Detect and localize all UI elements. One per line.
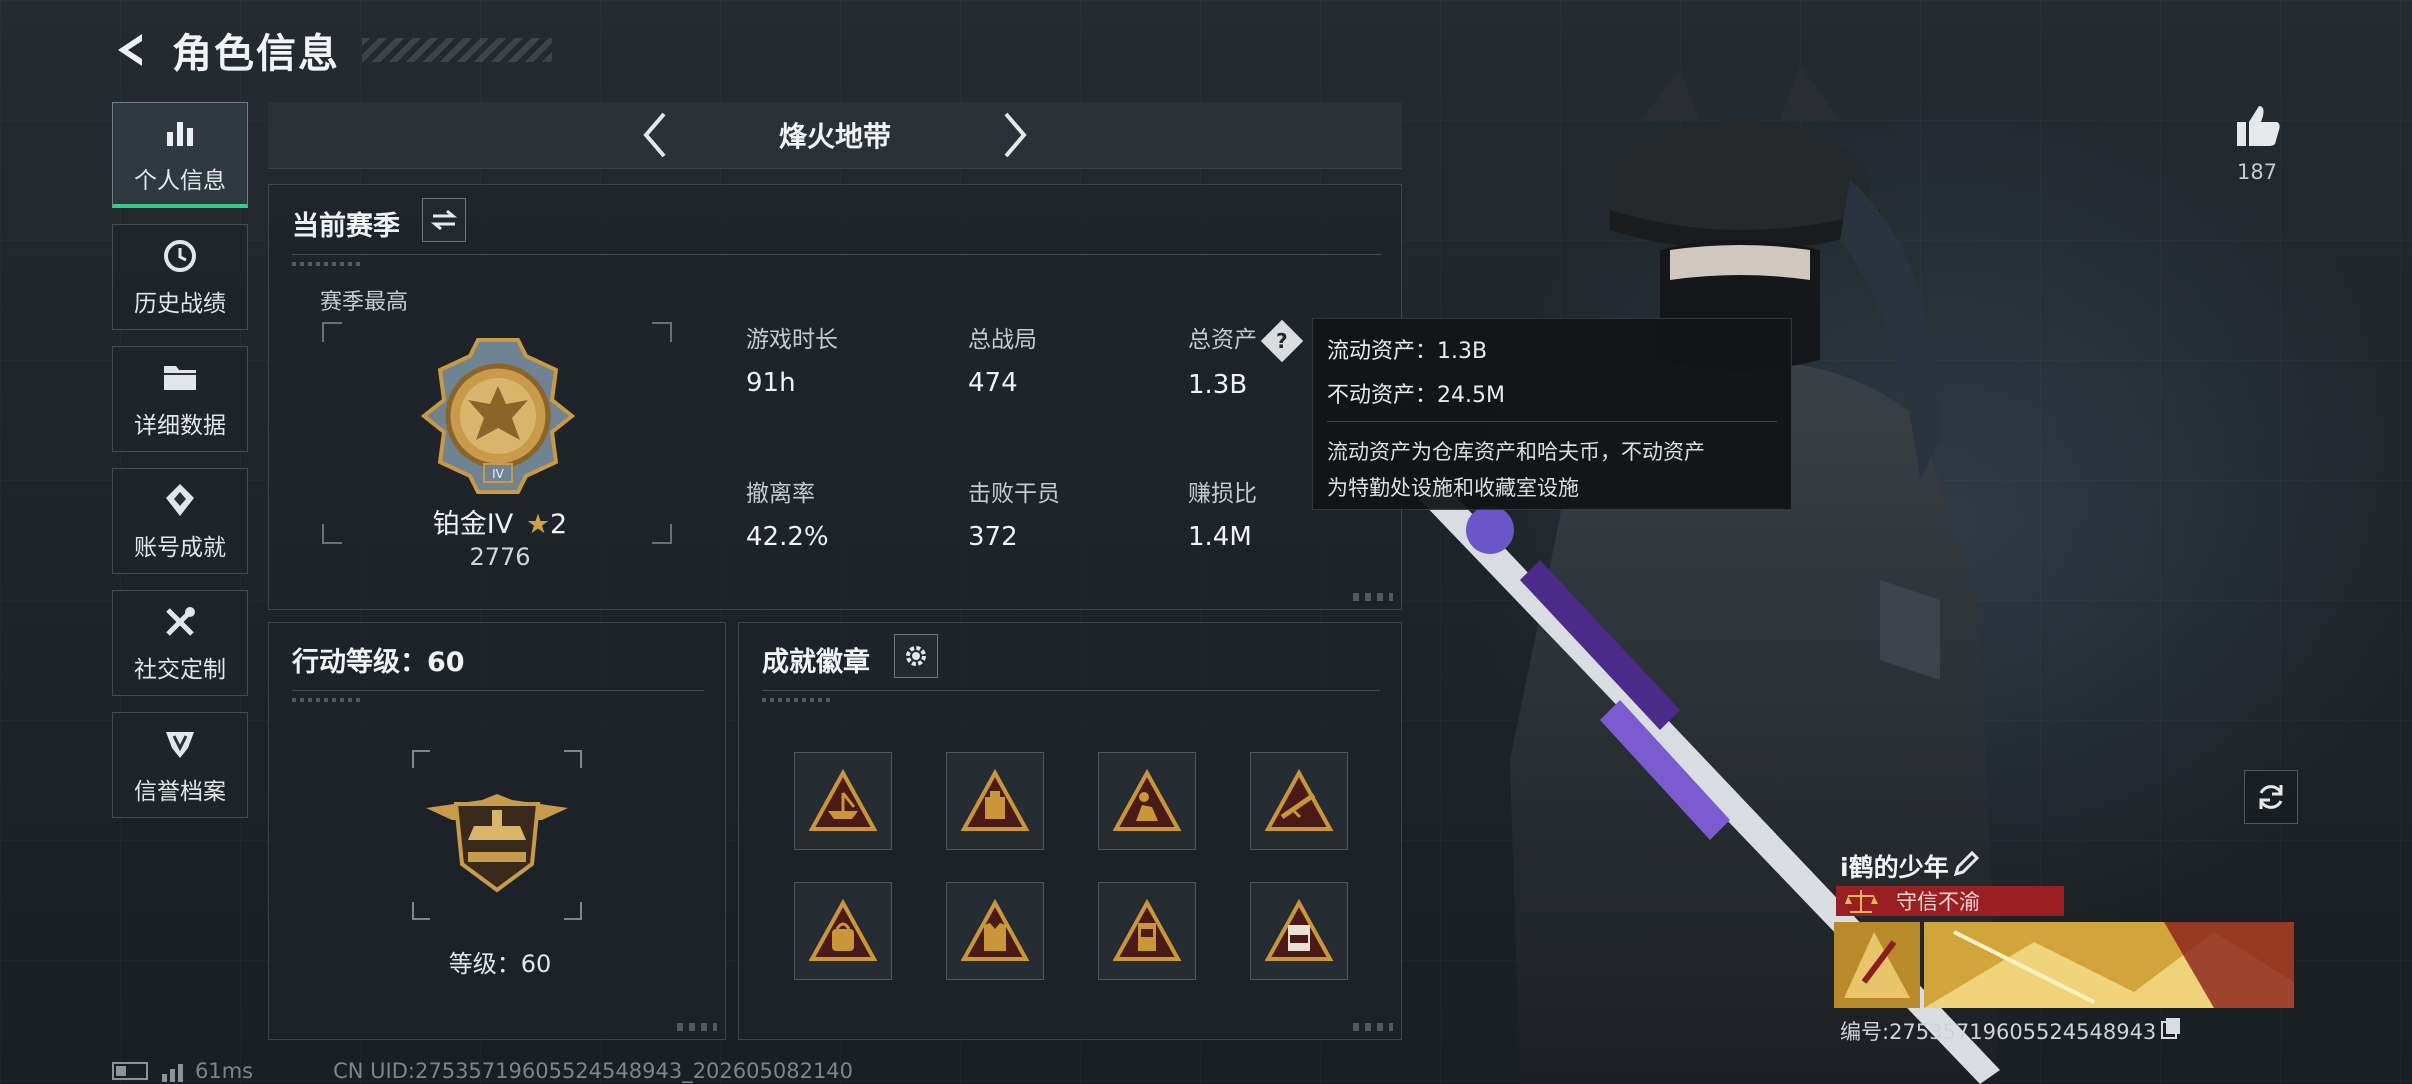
stat-total-assets: 总资产? 1.3B [1188, 319, 1304, 400]
mode-selector: 烽火地带 [268, 102, 1402, 169]
chevron-left-icon [643, 112, 666, 158]
tooltip-divider [1327, 421, 1777, 422]
back-arrow-icon [118, 34, 142, 66]
medal-icon [160, 480, 200, 520]
achievement-settings-button[interactable] [894, 634, 938, 678]
divider-decoration [762, 698, 832, 702]
action-level-title: 行动等级：60 [292, 647, 465, 678]
tools-icon [160, 602, 200, 642]
stat-operators-defeated: 击败干员 372 [968, 481, 1060, 552]
title-decoration [362, 38, 552, 62]
badge-crate-icon [960, 769, 1030, 831]
tooltip-liquid-assets: 流动资产：1.3B [1327, 339, 1488, 364]
rank-name: 铂金IV ★2 [432, 509, 568, 540]
trust-badge: 守信不渝 [1836, 886, 2064, 916]
refresh-button[interactable] [2244, 770, 2298, 824]
achievement-badge[interactable] [1098, 752, 1196, 850]
signal-icon [162, 1060, 183, 1082]
like-button[interactable] [2228, 96, 2288, 156]
badge-bag-icon [808, 899, 878, 961]
swap-icon [431, 209, 457, 231]
stat-play-time: 游戏时长 91h [746, 327, 838, 398]
name-card-banner [1834, 922, 2294, 1008]
panel-corner-decoration [677, 1023, 717, 1031]
tooltip-fixed-assets: 不动资产：24.5M [1327, 383, 1505, 408]
clock-history-icon [160, 236, 200, 276]
sidebar-item-personal-info[interactable]: 个人信息 [112, 102, 248, 208]
tooltip-description-line-2: 为特勤处设施和收藏室设施 [1327, 476, 1579, 500]
sidebar-item-label: 个人信息 [134, 167, 226, 194]
mode-next-button[interactable] [985, 105, 1045, 165]
divider-decoration [292, 698, 362, 702]
header: 角色信息 [110, 22, 552, 78]
level-caption: 等级：60 [448, 950, 552, 978]
achievement-badge[interactable] [946, 752, 1044, 850]
copy-icon[interactable] [2160, 1016, 2182, 1040]
bar-chart-icon [160, 113, 200, 153]
thumbs-up-icon [2237, 106, 2280, 146]
sidebar-item-detailed-data[interactable]: 详细数据 [112, 346, 248, 452]
action-level-divider [292, 690, 704, 691]
scale-icon [1845, 890, 1878, 913]
help-icon[interactable]: ? [1260, 319, 1304, 362]
achievement-badge[interactable] [794, 882, 892, 980]
sidebar-item-social-custom[interactable]: 社交定制 [112, 590, 248, 696]
badge-figure-icon [1112, 769, 1182, 831]
badge-card-icon [1264, 899, 1334, 961]
sidebar-item-label: 历史战绩 [134, 291, 226, 317]
mode-name: 烽火地带 [778, 120, 891, 153]
achievement-title: 成就徽章 [762, 647, 870, 678]
sidebar-item-label: 社交定制 [134, 657, 226, 683]
edit-name-icon[interactable] [1952, 848, 1982, 878]
player-id: 编号:27535719605524548943 [1840, 1020, 2157, 1044]
gear-icon [906, 646, 926, 666]
season-best-label: 赛季最高 [320, 290, 409, 315]
refresh-icon [2259, 785, 2283, 809]
achievement-badge[interactable] [794, 752, 892, 850]
sidebar-item-credit-record[interactable]: 信誉档案 [112, 712, 248, 818]
sidebar-item-achievements[interactable]: 账号成就 [112, 468, 248, 574]
stat-total-matches: 总战局 474 [968, 327, 1037, 398]
achievement-badge[interactable] [1098, 882, 1196, 980]
svg-text:IV: IV [492, 467, 505, 481]
badge-cabinet-icon [1112, 899, 1182, 961]
sidebar-item-label: 账号成就 [134, 535, 226, 561]
sidebar-item-label: 详细数据 [134, 413, 226, 439]
level-emblem [426, 794, 568, 893]
battery-icon [112, 1062, 148, 1080]
page-title: 角色信息 [172, 31, 340, 77]
achievement-divider [762, 690, 1380, 691]
rank-emblem: IV [420, 338, 576, 494]
divider-decoration [292, 262, 362, 266]
stat-profit-loss-ratio: 赚损比 1.4M [1188, 481, 1257, 552]
achievement-badge[interactable] [1250, 752, 1348, 850]
status-footer: 61ms CN UID:27535719605524548943_2026050… [112, 1058, 853, 1084]
rank-score: 2776 [469, 543, 531, 571]
back-button[interactable] [110, 28, 154, 72]
achievement-badge[interactable] [946, 882, 1044, 980]
badge-boat-icon [808, 769, 878, 831]
sidebar-item-history[interactable]: 历史战绩 [112, 224, 248, 330]
uid-text: CN UID:27535719605524548943_202605082140 [333, 1059, 854, 1083]
badge-weapon-icon [1264, 769, 1334, 831]
player-name: i鹤的少年 [1840, 853, 1949, 882]
achievement-badge[interactable] [1250, 882, 1348, 980]
season-title: 当前赛季 [292, 211, 400, 242]
folder-icon [160, 358, 200, 398]
season-switch-button[interactable] [422, 198, 466, 242]
sidebar: 个人信息 历史战绩 详细数据 账号成就 社交定制 信誉档案 [112, 102, 250, 834]
asset-tooltip: 流动资产：1.3B 不动资产：24.5M 流动资产为仓库资产和哈夫币，不动资产 … [1312, 318, 1792, 510]
chevron-right-icon [1004, 112, 1027, 158]
sidebar-item-label: 信誉档案 [134, 779, 226, 805]
star-icon: ★ [525, 509, 551, 540]
like-count: 187 [2236, 160, 2278, 184]
mode-prev-button[interactable] [625, 105, 685, 165]
season-divider [292, 254, 1382, 255]
badge-vest-icon [960, 899, 1030, 961]
tooltip-description-line-1: 流动资产为仓库资产和哈夫币，不动资产 [1327, 440, 1705, 464]
shield-icon [160, 724, 200, 764]
ping-value: 61ms [195, 1059, 254, 1083]
trust-label: 守信不渝 [1896, 890, 1980, 914]
stat-extraction-rate: 撤离率 42.2% [746, 481, 829, 552]
